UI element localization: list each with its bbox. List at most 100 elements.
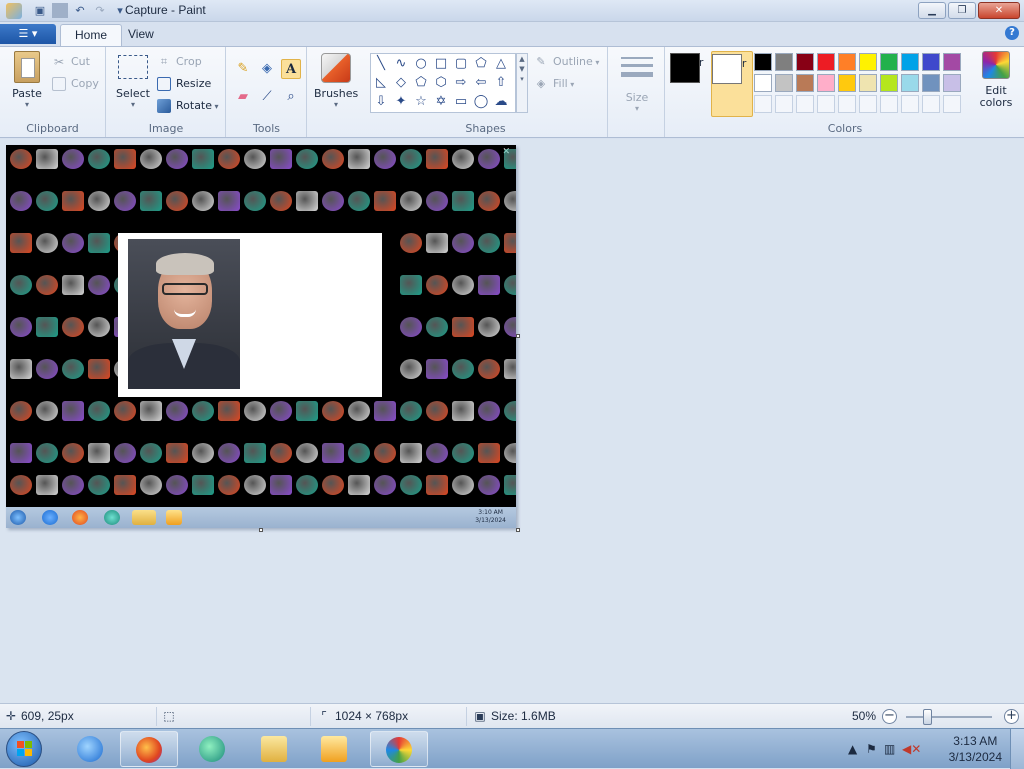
- palette-custom-swatch[interactable]: [901, 95, 919, 113]
- pencil-icon[interactable]: ✎: [233, 59, 253, 79]
- palette-color-swatch[interactable]: [838, 74, 856, 92]
- file-menu-button[interactable]: ☰ ▾: [0, 24, 56, 44]
- close-button[interactable]: ✕: [978, 2, 1020, 19]
- tab-home[interactable]: Home: [60, 24, 123, 46]
- paint-app-icon[interactable]: [6, 3, 22, 19]
- canvas-resize-handle-right[interactable]: [516, 334, 520, 338]
- select-button[interactable]: Select ▾: [113, 55, 153, 109]
- pentagon-shape-icon[interactable]: ⬠: [413, 75, 429, 91]
- taskbar-paint[interactable]: [370, 731, 428, 767]
- palette-custom-swatch[interactable]: [859, 95, 877, 113]
- palette-color-swatch[interactable]: [817, 53, 835, 71]
- palette-color-swatch[interactable]: [775, 53, 793, 71]
- palette-color-swatch[interactable]: [838, 53, 856, 71]
- palette-custom-swatch[interactable]: [754, 95, 772, 113]
- taskbar-media-player[interactable]: [306, 731, 364, 767]
- save-icon[interactable]: ▣: [32, 3, 48, 18]
- copy-button[interactable]: Copy: [52, 75, 99, 93]
- palette-color-swatch[interactable]: [943, 53, 961, 71]
- palette-color-swatch[interactable]: [901, 74, 919, 92]
- restore-button[interactable]: ❐: [948, 2, 976, 19]
- oval-callout-shape-icon[interactable]: ◯: [473, 94, 489, 110]
- size-button[interactable]: Size ▾: [617, 55, 657, 113]
- palette-custom-swatch[interactable]: [838, 95, 856, 113]
- redo-icon[interactable]: ↷: [92, 3, 108, 18]
- right-triangle-shape-icon[interactable]: ◺: [373, 75, 389, 91]
- undo-icon[interactable]: ↶: [72, 3, 88, 18]
- show-hidden-icons-icon[interactable]: ▲: [848, 742, 857, 756]
- diamond-shape-icon[interactable]: ◇: [393, 75, 409, 91]
- canvas-resize-handle-corner[interactable]: [516, 528, 520, 532]
- zoom-slider-thumb[interactable]: [923, 709, 932, 725]
- color2-button[interactable]: Color 2: [711, 51, 753, 117]
- color-picker-icon[interactable]: ⟋: [257, 87, 277, 107]
- palette-custom-swatch[interactable]: [796, 95, 814, 113]
- line-shape-icon[interactable]: ╲: [373, 56, 389, 72]
- volume-muted-icon[interactable]: ◀✕: [902, 742, 921, 756]
- five-point-star-shape-icon[interactable]: ☆: [413, 94, 429, 110]
- right-arrow-shape-icon[interactable]: ⇨: [453, 75, 469, 91]
- palette-color-swatch[interactable]: [859, 53, 877, 71]
- cloud-callout-shape-icon[interactable]: ☁: [493, 94, 509, 110]
- help-icon[interactable]: ?: [1005, 26, 1019, 40]
- edit-colors-button[interactable]: Edit colors: [976, 51, 1016, 109]
- cut-button[interactable]: ✂ Cut: [52, 53, 90, 71]
- minimize-button[interactable]: ▁: [918, 2, 946, 19]
- resize-button[interactable]: Resize: [157, 75, 211, 93]
- start-button[interactable]: [6, 731, 42, 767]
- four-point-star-shape-icon[interactable]: ✦: [393, 94, 409, 110]
- show-desktop-button[interactable]: [1010, 729, 1024, 769]
- hexagon-shape-icon[interactable]: ⬡: [433, 75, 449, 91]
- crop-button[interactable]: ⌗ Crop: [157, 53, 202, 71]
- palette-color-swatch[interactable]: [880, 53, 898, 71]
- outline-button[interactable]: ✎ Outline ▾: [534, 53, 599, 71]
- palette-color-swatch[interactable]: [901, 53, 919, 71]
- palette-color-swatch[interactable]: [859, 74, 877, 92]
- drawing-canvas[interactable]: ✕ 3:10 AM 3/13/2024: [6, 145, 516, 528]
- palette-color-swatch[interactable]: [754, 53, 772, 71]
- palette-color-swatch[interactable]: [943, 74, 961, 92]
- paste-button[interactable]: Paste ▾: [6, 51, 48, 109]
- zoom-in-button[interactable]: +: [1004, 709, 1019, 724]
- shapes-scrollbar[interactable]: ▲ ▼ ▾: [516, 53, 528, 113]
- rect-callout-shape-icon[interactable]: ▭: [453, 94, 469, 110]
- palette-custom-swatch[interactable]: [880, 95, 898, 113]
- color1-button[interactable]: Color 1: [670, 51, 708, 83]
- magnifier-icon[interactable]: ⌕: [281, 87, 301, 107]
- palette-color-swatch[interactable]: [754, 74, 772, 92]
- palette-color-swatch[interactable]: [775, 74, 793, 92]
- network-icon[interactable]: ▥: [884, 742, 895, 756]
- tab-view[interactable]: View: [114, 24, 168, 46]
- taskbar-firefox[interactable]: [120, 731, 178, 767]
- rounded-rectangle-shape-icon[interactable]: ▢: [453, 56, 469, 72]
- zoom-slider-track[interactable]: [906, 716, 992, 718]
- taskbar-file-explorer[interactable]: [246, 731, 304, 767]
- eraser-icon[interactable]: ▰: [233, 87, 253, 107]
- down-arrow-shape-icon[interactable]: ⇩: [373, 94, 389, 110]
- palette-color-swatch[interactable]: [922, 53, 940, 71]
- palette-color-swatch[interactable]: [817, 74, 835, 92]
- oval-shape-icon[interactable]: ○: [413, 56, 429, 72]
- brushes-button[interactable]: Brushes ▾: [314, 53, 358, 109]
- zoom-out-button[interactable]: −: [882, 709, 897, 724]
- action-center-flag-icon[interactable]: ⚑: [866, 742, 877, 756]
- taskbar-edge[interactable]: [184, 731, 242, 767]
- left-arrow-shape-icon[interactable]: ⇦: [473, 75, 489, 91]
- system-clock[interactable]: 3:13 AM 3/13/2024: [949, 733, 1002, 765]
- palette-color-swatch[interactable]: [922, 74, 940, 92]
- palette-custom-swatch[interactable]: [922, 95, 940, 113]
- triangle-shape-icon[interactable]: △: [493, 56, 509, 72]
- fill-bucket-icon[interactable]: ◈: [257, 59, 277, 79]
- palette-custom-swatch[interactable]: [775, 95, 793, 113]
- palette-color-swatch[interactable]: [796, 53, 814, 71]
- rotate-button[interactable]: Rotate ▾: [157, 97, 219, 115]
- palette-custom-swatch[interactable]: [943, 95, 961, 113]
- curve-shape-icon[interactable]: ∿: [393, 56, 409, 72]
- polygon-shape-icon[interactable]: ⬠: [473, 56, 489, 72]
- up-arrow-shape-icon[interactable]: ⇧: [493, 75, 509, 91]
- palette-custom-swatch[interactable]: [817, 95, 835, 113]
- text-tool-icon[interactable]: A: [281, 59, 301, 79]
- six-point-star-shape-icon[interactable]: ✡: [433, 94, 449, 110]
- canvas-resize-handle-bottom[interactable]: [259, 528, 263, 532]
- palette-color-swatch[interactable]: [796, 74, 814, 92]
